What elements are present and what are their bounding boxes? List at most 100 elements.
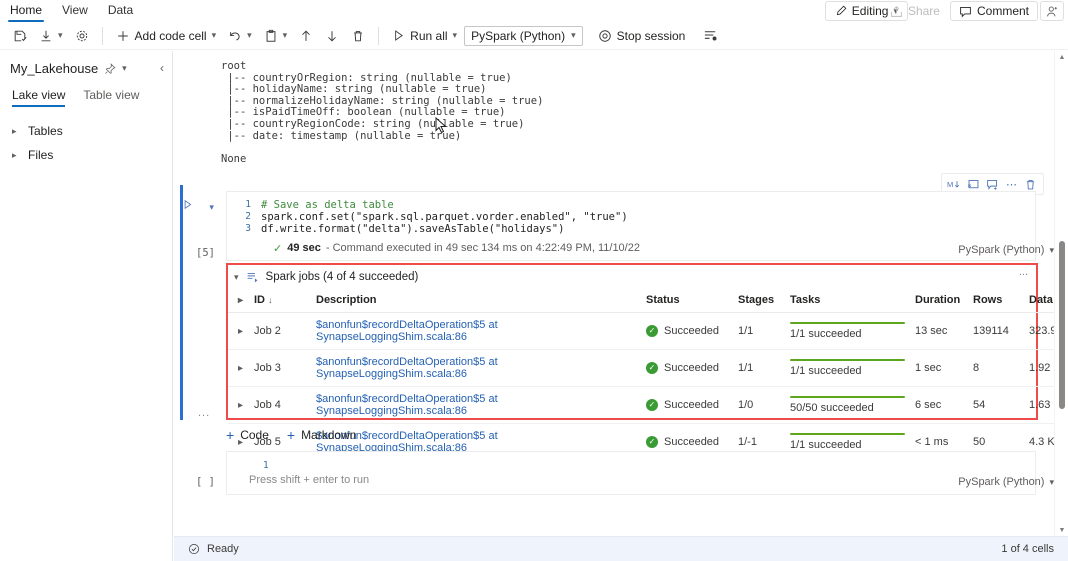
status-label: Succeeded <box>664 325 719 337</box>
cell-job-tasks: 1/1 succeeded <box>790 313 915 350</box>
tab-table-view[interactable]: Table view <box>83 88 139 107</box>
delete-cell-button[interactable] <box>346 25 370 47</box>
run-cell-icon[interactable] <box>182 201 196 213</box>
chevron-down-icon[interactable]: ▾ <box>234 272 239 283</box>
save-button[interactable] <box>8 25 32 47</box>
notebook-canvas: root |-- countryOrRegion: string (nullab… <box>174 51 1068 536</box>
move-cell-up-button[interactable] <box>294 25 318 47</box>
share-label: Share <box>908 4 940 18</box>
export-button[interactable]: ▾ <box>34 25 68 47</box>
status-text: Ready <box>207 543 239 555</box>
col-stages[interactable]: Stages <box>738 289 790 313</box>
cell-status-text: - Command executed in 49 sec 134 ms on 4… <box>326 242 640 254</box>
empty-code-cell[interactable]: 1 Press shift + enter to run <box>226 451 1036 495</box>
status-left: Ready <box>188 543 239 555</box>
undo-icon <box>228 29 242 43</box>
add-code-label: Code <box>240 428 269 442</box>
col-rows[interactable]: Rows <box>973 289 1029 313</box>
code-editor[interactable]: 1 # Save as delta table 2 spark.conf.set… <box>227 192 1035 239</box>
job-description-link[interactable]: $anonfun$recordDeltaOperation$5 at Synap… <box>316 319 498 343</box>
col-id[interactable]: ID↓ <box>254 289 316 313</box>
header-actions: Share Comment <box>882 0 1064 22</box>
col-tasks[interactable]: Tasks <box>790 289 915 313</box>
chevron-down-icon: ▾ <box>283 30 288 41</box>
lakehouse-tree: ▸ Tables ▸ Files <box>0 107 172 167</box>
tree-item-tables[interactable]: ▸ Tables <box>0 119 172 143</box>
session-config-icon <box>703 28 718 43</box>
table-row[interactable]: ▸ Job 4 $anonfun$recordDeltaOperation$5 … <box>228 387 1068 424</box>
tree-item-tables-label: Tables <box>28 124 63 138</box>
collapse-panel-button[interactable]: ‹ <box>160 61 164 75</box>
job-description-link[interactable]: $anonfun$recordDeltaOperation$5 at Synap… <box>316 356 498 380</box>
cell-job-duration: 1 sec <box>915 350 973 387</box>
col-status[interactable]: Status <box>646 289 738 313</box>
plus-icon: + <box>226 428 234 442</box>
code-line: 2 spark.conf.set("spark.sql.parquet.vord… <box>227 211 1035 223</box>
task-label: 1/1 succeeded <box>790 328 862 340</box>
ribbon-tab-data[interactable]: Data <box>98 0 143 22</box>
vertical-scrollbar[interactable]: ▲ ▼ <box>1054 51 1068 536</box>
cell-job-stages: 1/0 <box>738 387 790 424</box>
session-config-button[interactable] <box>698 25 723 47</box>
add-code-button[interactable]: + Code <box>226 428 269 442</box>
paste-button[interactable]: ▾ <box>259 25 293 47</box>
col-stages-label: Stages <box>738 294 774 306</box>
run-all-button[interactable]: Run all ▾ <box>387 25 462 47</box>
cell-job-stages: 1/1 <box>738 313 790 350</box>
job-description-link[interactable]: $anonfun$recordDeltaOperation$5 at Synap… <box>316 393 498 417</box>
row-expand-toggle[interactable]: ▸ <box>228 350 254 387</box>
col-duration[interactable]: Duration <box>915 289 973 313</box>
tree-item-files-label: Files <box>28 148 53 162</box>
undo-button[interactable]: ▾ <box>223 25 257 47</box>
user-access-button[interactable] <box>1040 1 1064 21</box>
settings-button[interactable] <box>70 25 94 47</box>
collapse-cell-chevron-icon[interactable]: ▾ <box>209 202 214 212</box>
task-progress-bar <box>790 433 905 435</box>
status-label: Succeeded <box>664 362 719 374</box>
add-code-cell-button[interactable]: Add code cell ▾ <box>111 25 222 47</box>
pin-icon[interactable] <box>104 63 116 75</box>
code-line: 1 # Save as delta table <box>227 199 1035 211</box>
cell-job-rows: 139114 <box>973 313 1029 350</box>
col-description[interactable]: Description <box>316 289 646 313</box>
chevron-down-icon: ▾ <box>247 30 252 41</box>
tree-item-files[interactable]: ▸ Files <box>0 143 172 167</box>
chevron-right-icon: ▸ <box>228 295 243 306</box>
spark-jobs-header[interactable]: ▾ Spark jobs (4 of 4 succeeded) ... <box>228 265 1036 289</box>
spark-jobs-more-icon[interactable]: ... <box>1019 266 1028 278</box>
cell-job-description[interactable]: $anonfun$recordDeltaOperation$5 at Synap… <box>316 387 646 424</box>
pencil-icon <box>835 5 847 17</box>
chevron-right-icon: ▸ <box>228 363 243 374</box>
ribbon-tab-home[interactable]: Home <box>0 0 52 22</box>
table-row[interactable]: ▸ Job 3 $anonfun$recordDeltaOperation$5 … <box>228 350 1068 387</box>
share-button[interactable]: Share <box>882 1 948 21</box>
empty-cell-kernel-selector[interactable]: PySpark (Python) ▾ <box>958 476 1054 488</box>
left-panel-footer <box>0 536 173 561</box>
scroll-down-arrow-icon[interactable]: ▼ <box>1055 524 1068 536</box>
cell-overflow-indicator[interactable]: ... <box>198 407 210 419</box>
kernel-selector[interactable]: PySpark (Python) ▾ <box>464 26 583 46</box>
row-expand-toggle[interactable]: ▸ <box>228 313 254 350</box>
scroll-up-arrow-icon[interactable]: ▲ <box>1055 51 1068 63</box>
notebook-app: Home View Data Editing ▾ Share Comment <box>0 0 1068 561</box>
scrollbar-thumb[interactable] <box>1059 241 1065 409</box>
tab-lake-view[interactable]: Lake view <box>12 88 65 107</box>
tab-table-view-label: Table view <box>83 88 139 102</box>
cell-kernel-label: PySpark (Python) <box>958 244 1044 256</box>
add-markdown-button[interactable]: + Markdown <box>287 428 357 442</box>
ready-check-icon <box>188 543 200 555</box>
cell-job-description[interactable]: $anonfun$recordDeltaOperation$5 at Synap… <box>316 350 646 387</box>
chevron-down-icon[interactable]: ▾ <box>122 63 127 74</box>
col-expand-all[interactable]: ▸ <box>228 289 254 313</box>
chevron-down-icon: ▾ <box>571 30 576 41</box>
cell-job-description[interactable]: $anonfun$recordDeltaOperation$5 at Synap… <box>316 313 646 350</box>
row-expand-toggle[interactable]: ▸ <box>228 387 254 424</box>
move-cell-down-button[interactable] <box>320 25 344 47</box>
comment-button[interactable]: Comment <box>950 1 1038 21</box>
table-row[interactable]: ▸ Job 2 $anonfun$recordDeltaOperation$5 … <box>228 313 1068 350</box>
plus-icon: + <box>287 428 295 442</box>
code-cell[interactable]: 1 # Save as delta table 2 spark.conf.set… <box>226 191 1036 261</box>
cell-kernel-selector[interactable]: PySpark (Python) ▾ <box>958 244 1054 256</box>
ribbon-tab-view[interactable]: View <box>52 0 98 22</box>
stop-session-button[interactable]: Stop session <box>593 25 691 47</box>
